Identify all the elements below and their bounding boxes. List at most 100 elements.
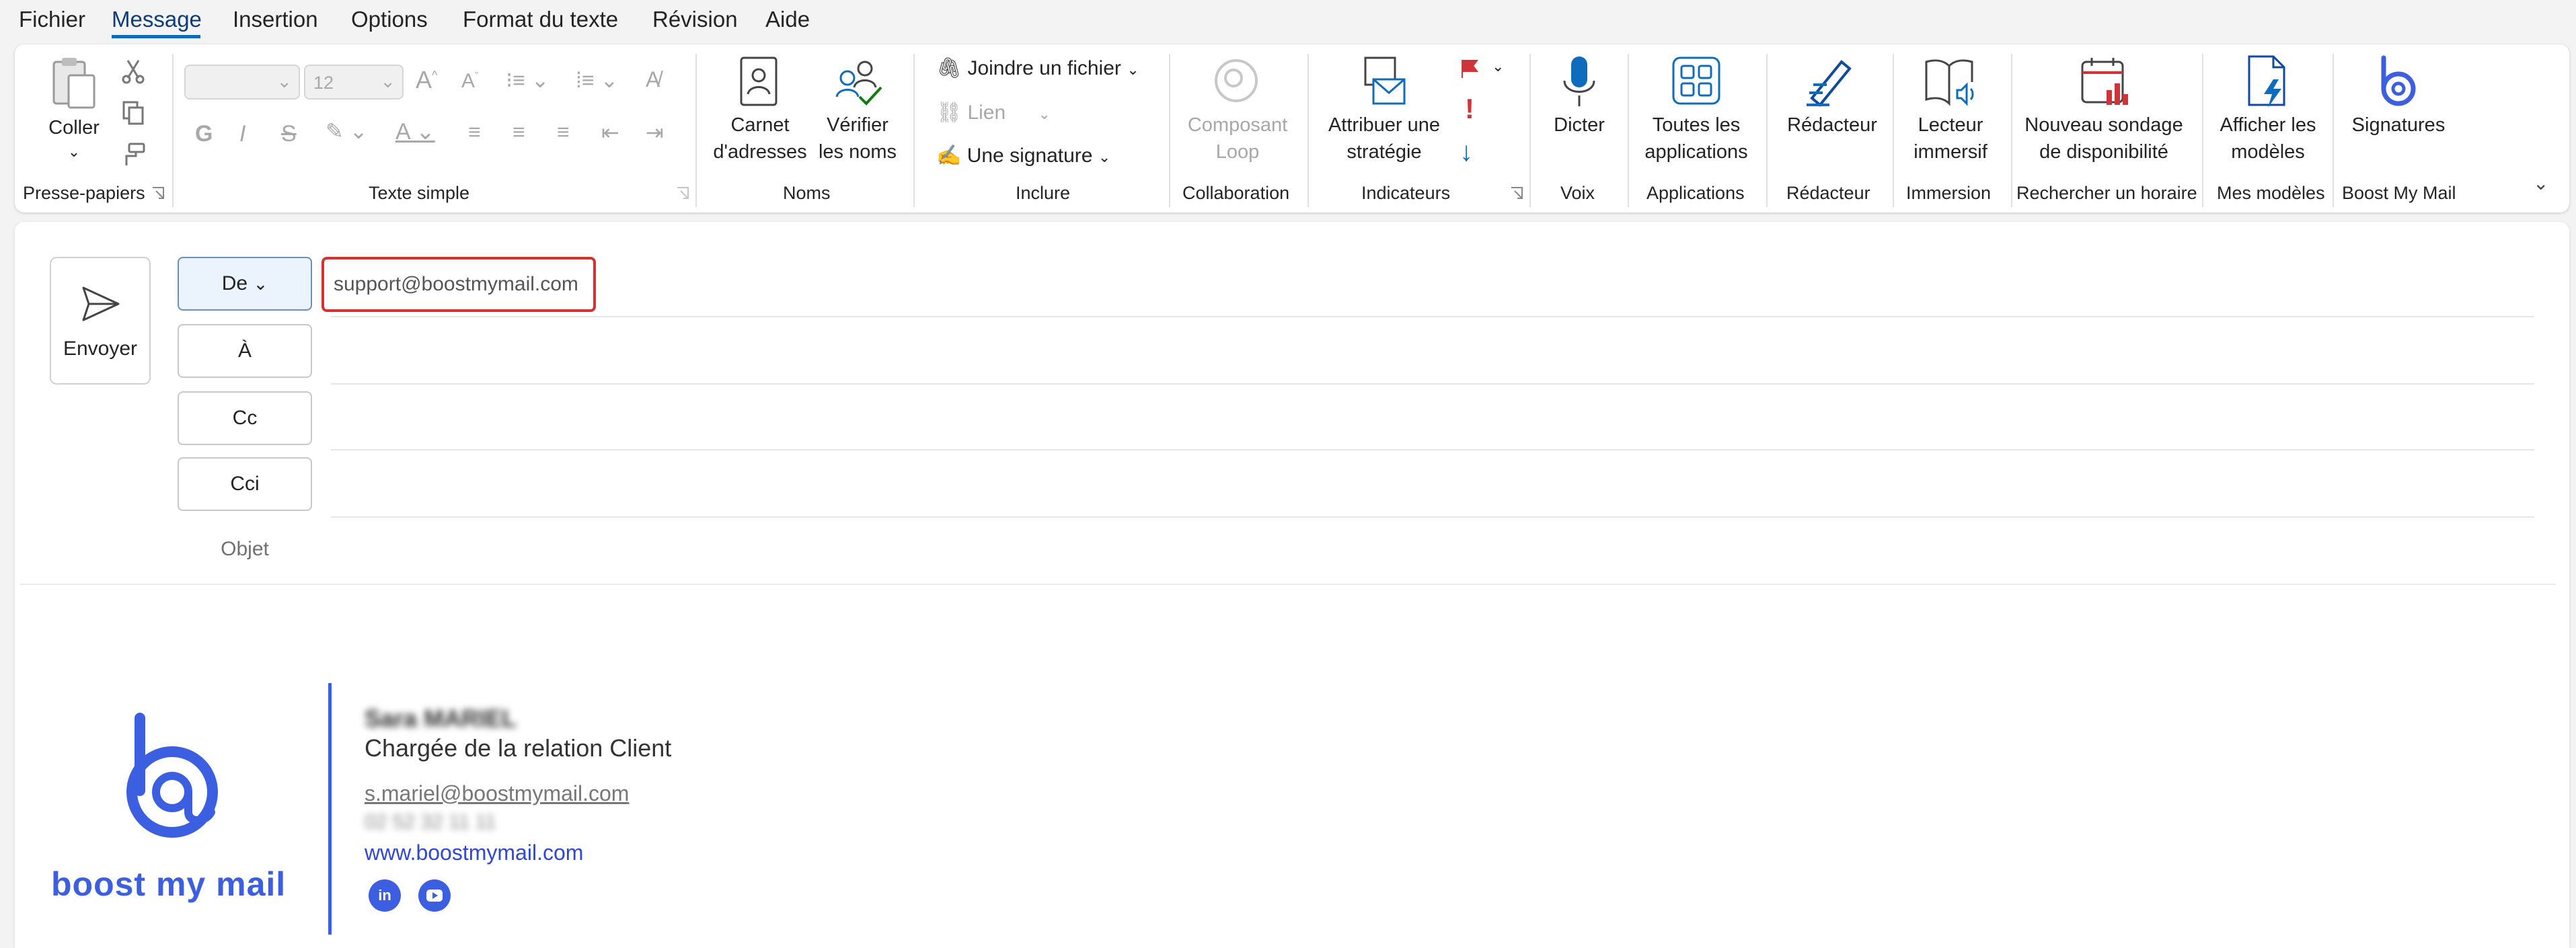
chevron-down-icon[interactable]: ⌄ — [61, 139, 87, 165]
font-name-dropdown: ⌄ — [184, 65, 300, 100]
scheduling-poll-icon[interactable] — [2078, 55, 2132, 109]
editor-label[interactable]: Rédacteur — [1778, 112, 1886, 139]
address-book-label[interactable]: Carnet d'adresses — [706, 112, 814, 165]
apps-grid-icon[interactable] — [1671, 55, 1722, 106]
strikethrough-icon: S — [281, 121, 297, 147]
immersive-reader-label[interactable]: Lecteur immersif — [1898, 112, 2003, 165]
decrease-indent-icon: ⇤ — [601, 120, 619, 145]
dialog-launcher-icon — [677, 187, 689, 199]
chevron-down-icon[interactable]: ⌄ — [1492, 58, 1504, 75]
all-apps-label[interactable]: Toutes les applications — [1636, 112, 1757, 165]
copy-icon[interactable] — [120, 100, 147, 126]
menu-message[interactable]: Message — [112, 7, 202, 32]
linkedin-icon[interactable]: in — [369, 879, 401, 912]
from-value: support@boostmymail.com — [334, 273, 578, 295]
increase-indent-icon: ⇥ — [646, 120, 664, 145]
menu-fichier[interactable]: Fichier — [19, 7, 85, 32]
align-left-icon: ≡ — [468, 120, 481, 144]
signature-logo-text: boost my mail — [51, 865, 287, 903]
assign-policy-label[interactable]: Attribuer une stratégie — [1317, 112, 1451, 165]
group-label-include: Inclure — [1016, 183, 1071, 203]
menu-bar: Fichier Message Insertion Options Format… — [0, 0, 2576, 43]
separator — [2333, 54, 2334, 207]
align-right-icon: ≡ — [557, 120, 570, 144]
paste-button[interactable] — [47, 55, 101, 115]
shrink-font-icon: Aˇ — [461, 70, 479, 92]
chevron-down-icon: ⌄ — [1098, 149, 1111, 165]
signatures-label[interactable]: Signatures — [2342, 112, 2455, 139]
paperclip-icon: 🖇 — [936, 57, 962, 79]
bcc-input[interactable] — [331, 460, 2534, 514]
separator — [695, 54, 697, 207]
youtube-icon[interactable] — [418, 879, 451, 912]
group-label-collaboration: Collaboration — [1182, 183, 1290, 203]
check-names-icon[interactable] — [831, 55, 885, 109]
numbering-icon: ⁞≡ ⌄ — [576, 68, 619, 92]
to-input[interactable] — [331, 327, 2534, 381]
boostmymail-logo-icon[interactable] — [2373, 54, 2424, 110]
dialog-launcher-icon[interactable] — [151, 186, 165, 200]
low-importance-icon[interactable]: ↓ — [1460, 137, 1473, 167]
attach-file-button[interactable]: 🖇 Joindre un fichier ⌄ — [936, 56, 1139, 80]
send-label: Envoyer — [63, 338, 138, 360]
separator — [1529, 54, 1531, 207]
microphone-icon[interactable] — [1559, 54, 1599, 110]
editor-pen-icon[interactable] — [1803, 54, 1856, 108]
dialog-launcher-icon[interactable] — [1509, 186, 1524, 200]
cut-icon[interactable] — [120, 58, 147, 85]
menu-revision[interactable]: Révision — [652, 7, 738, 32]
separator — [1169, 54, 1170, 207]
grow-font-icon: A^ — [416, 66, 438, 93]
font-color-icon: A ⌄ — [395, 119, 435, 145]
separator — [1893, 54, 1894, 207]
subject-input[interactable] — [331, 524, 2534, 578]
dictate-label[interactable]: Dicter — [1542, 112, 1617, 139]
from-divider — [331, 316, 2534, 317]
signature-name: Sara MARIEL — [365, 705, 517, 732]
to-button[interactable]: À — [178, 324, 312, 378]
highlight-icon: ✎ ⌄ — [326, 119, 368, 143]
signature-website-link[interactable]: www.boostmymail.com — [365, 840, 583, 865]
from-button[interactable]: De ⌄ — [178, 257, 312, 311]
chevron-down-icon: ⌄ — [1127, 61, 1139, 78]
signature-email[interactable]: s.mariel@boostmymail.com — [365, 781, 629, 806]
signature-divider — [328, 683, 332, 935]
templates-icon[interactable] — [2242, 52, 2294, 110]
send-button[interactable]: Envoyer — [50, 257, 151, 385]
align-center-icon: ≡ — [513, 120, 525, 144]
flag-icon[interactable] — [1458, 58, 1481, 81]
cc-input[interactable] — [331, 394, 2534, 448]
menu-format-du-texte[interactable]: Format du texte — [463, 7, 618, 32]
address-book-icon[interactable] — [736, 55, 783, 109]
font-size-dropdown: 12 ⌄ — [304, 65, 404, 100]
signature-button[interactable]: ✍ Une signature ⌄ — [936, 144, 1110, 167]
clear-format-icon: A̸ — [646, 67, 660, 91]
group-label-clipboard: Presse-papiers — [23, 183, 145, 203]
view-templates-label[interactable]: Afficher les modèles — [2209, 112, 2327, 165]
menu-insertion[interactable]: Insertion — [233, 7, 318, 32]
signature-phone: 02 52 32 11 11 — [365, 811, 496, 833]
cc-divider — [331, 449, 2534, 450]
immersive-reader-icon[interactable] — [1922, 55, 1979, 109]
menu-options[interactable]: Options — [351, 7, 428, 32]
ribbon-collapse-chevron-icon[interactable]: ⌄ — [2533, 172, 2548, 194]
format-painter-icon[interactable] — [120, 141, 147, 168]
active-tab-indicator — [112, 35, 200, 38]
group-label-basic-text: Texte simple — [369, 183, 470, 203]
bcc-divider — [331, 516, 2534, 518]
scheduling-poll-label[interactable]: Nouveau sondage de disponibilité — [2016, 112, 2191, 165]
cc-button[interactable]: Cc — [178, 391, 312, 445]
assign-policy-icon[interactable] — [1359, 55, 1412, 109]
check-names-label[interactable]: Vérifier les noms — [807, 112, 908, 165]
high-importance-icon[interactable]: ! — [1465, 93, 1474, 125]
chevron-down-icon: ⌄ — [1038, 106, 1051, 122]
bullets-icon: ⁝≡ ⌄ — [506, 68, 550, 92]
group-label-boostmymail: Boost My Mail — [2342, 183, 2456, 203]
group-label-voice: Voix — [1560, 183, 1595, 203]
from-field[interactable]: support@boostmymail.com — [321, 257, 596, 312]
attach-file-label: Joindre un fichier — [967, 57, 1121, 79]
menu-aide[interactable]: Aide — [765, 7, 810, 32]
group-label-editor: Rédacteur — [1786, 183, 1870, 203]
paste-icon — [52, 58, 96, 109]
bcc-button[interactable]: Cci — [178, 457, 312, 511]
